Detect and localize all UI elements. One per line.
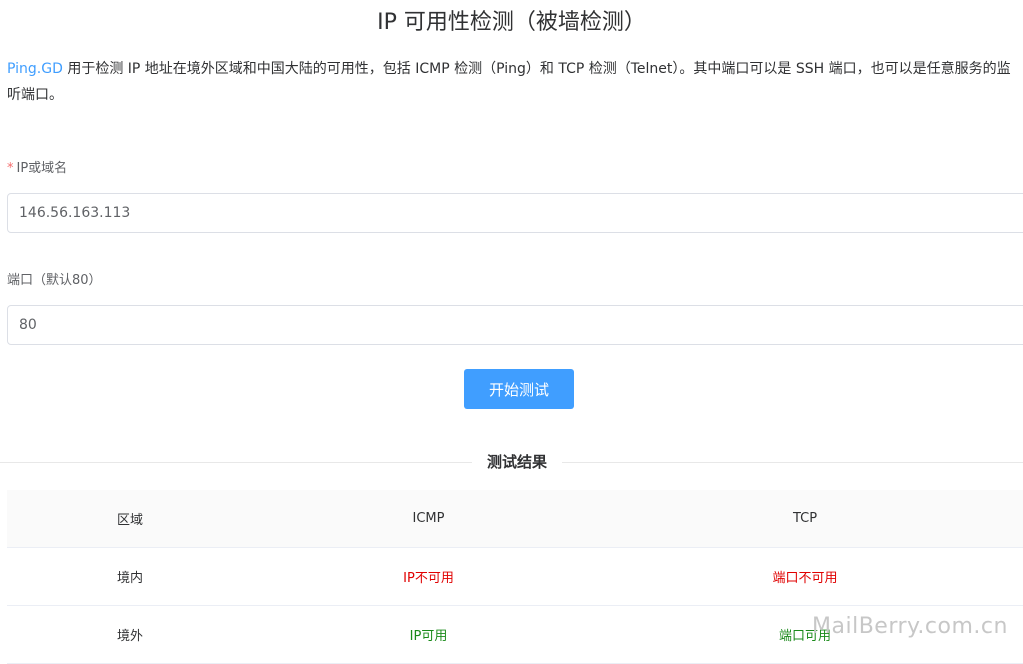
page-title: IP 可用性检测（被墙检测）: [377, 10, 646, 35]
required-asterisk: *: [7, 161, 14, 176]
watermark: MailBerry.com.cn: [812, 614, 1008, 639]
page-description: Ping.GD 用于检测 IP 地址在境外区域和中国大陆的可用性，包括 ICMP…: [7, 56, 1019, 108]
header-icmp: ICMP: [255, 490, 602, 548]
ip-label-text: IP或域名: [16, 161, 68, 176]
ip-input[interactable]: [7, 193, 1023, 233]
table-row: 境内 IP不可用 端口不可用: [7, 547, 1023, 606]
port-label: 端口（默认80）: [7, 273, 102, 288]
ping-gd-link[interactable]: Ping.GD: [7, 61, 63, 77]
icmp-status-cell: IP可用: [255, 605, 602, 664]
header-region: 区域: [7, 490, 255, 548]
ip-label: * IP或域名: [7, 157, 67, 176]
table-header-row: 区域 ICMP TCP: [7, 490, 1023, 548]
tcp-status-cell: 端口不可用: [602, 547, 1023, 606]
region-cell: 境外: [7, 605, 255, 664]
header-tcp: TCP: [602, 490, 1023, 548]
results-heading: 测试结果: [472, 452, 562, 472]
region-cell: 境内: [7, 547, 255, 606]
start-test-button[interactable]: 开始测试: [464, 369, 574, 409]
port-input[interactable]: [7, 305, 1023, 345]
icmp-status-cell: IP不可用: [255, 547, 602, 606]
description-text: 用于检测 IP 地址在境外区域和中国大陆的可用性，包括 ICMP 检测（Ping…: [7, 61, 1011, 103]
